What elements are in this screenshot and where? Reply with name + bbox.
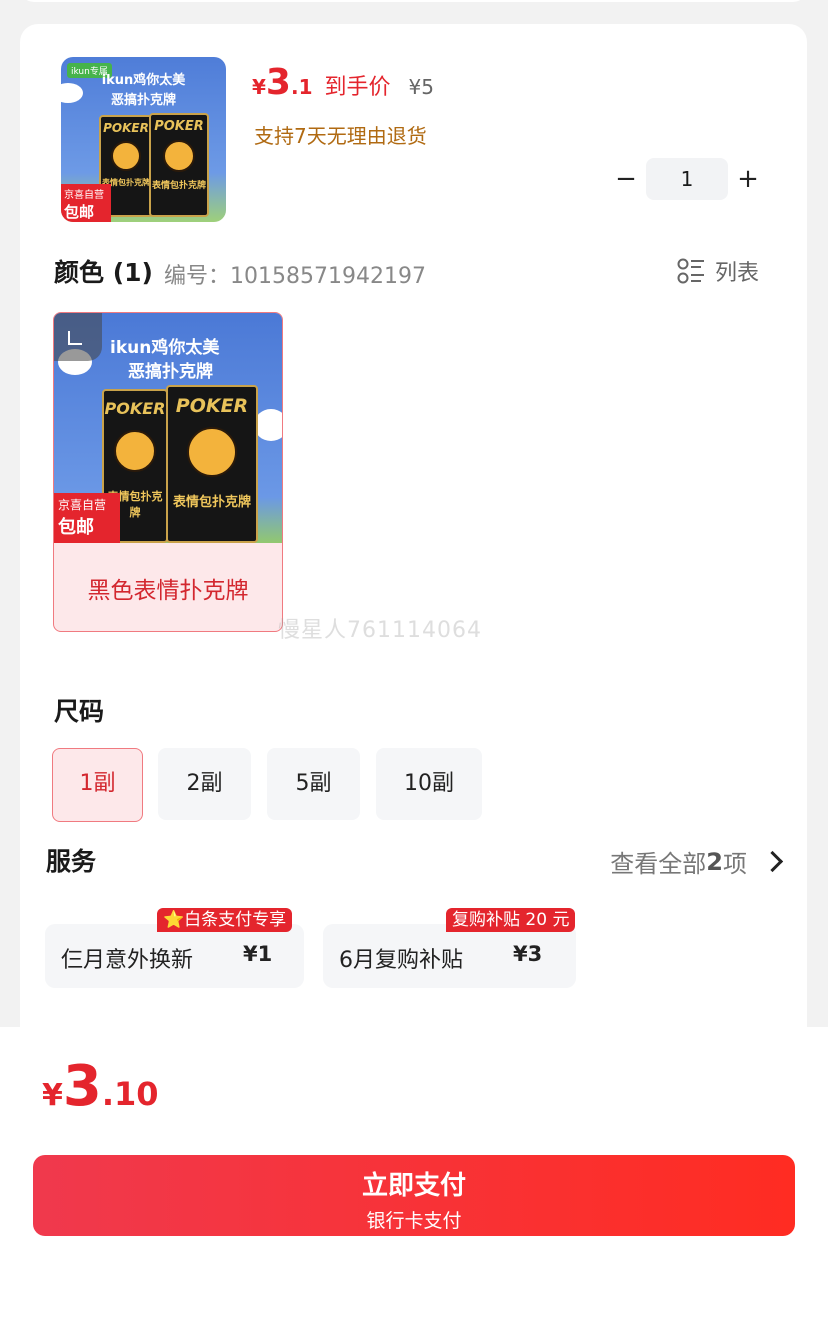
quantity-value[interactable]: 1 bbox=[646, 158, 728, 200]
size-option-2[interactable]: 2副 bbox=[158, 748, 251, 820]
cloud-decoration bbox=[254, 409, 282, 441]
color-option-image: ikun鸡你太美 恶搞扑克牌 POKER 表情包扑克牌 POKER 表情包扑克牌… bbox=[54, 313, 282, 543]
list-view-toggle[interactable]: 列表 bbox=[677, 255, 759, 287]
deck-face bbox=[111, 141, 141, 171]
deck-title: POKER bbox=[175, 395, 249, 417]
service-tag: 复购补贴 20 元 bbox=[446, 908, 576, 932]
service-card-replacement[interactable]: 仨月意外换新 ¥1 ⭐白条支付专享 bbox=[45, 908, 304, 988]
product-code: 编号：10158571942197 bbox=[164, 264, 426, 289]
option-title-2: 恶搞扑克牌 bbox=[128, 362, 213, 382]
deck-face bbox=[114, 430, 156, 472]
pay-now-button[interactable]: 立即支付 银行卡支付 bbox=[33, 1155, 795, 1236]
service-price: ¥3 bbox=[513, 942, 543, 966]
price-decimal: .1 bbox=[290, 75, 313, 99]
final-price-tag: 到手价 bbox=[324, 75, 391, 100]
view-all-count: 2 bbox=[706, 847, 723, 876]
badge-line-2: 包邮 bbox=[58, 517, 94, 538]
total-integer: 3 bbox=[62, 1054, 102, 1119]
price-integer: 3 bbox=[265, 62, 291, 103]
list-view-icon bbox=[677, 258, 705, 284]
color-option-card[interactable]: ikun鸡你太美 恶搞扑克牌 POKER 表情包扑克牌 POKER 表情包扑克牌… bbox=[53, 312, 283, 632]
view-all-services-link[interactable]: 查看全部 2 项 bbox=[610, 844, 784, 879]
badge-line-2: 包邮 bbox=[64, 203, 95, 221]
deck-image-right: POKER 表情包扑克牌 bbox=[166, 385, 258, 543]
deck-label: 表情包扑克牌 bbox=[172, 495, 251, 510]
deck-face bbox=[187, 427, 237, 477]
size-option-3[interactable]: 5副 bbox=[267, 748, 360, 820]
view-all-prefix: 查看全部 bbox=[610, 850, 707, 878]
thumb-title-2: 恶搞扑克牌 bbox=[110, 93, 176, 108]
jx-free-shipping-badge: 京喜自营 包邮 bbox=[61, 184, 111, 222]
return-policy: 支持7天无理由退货 bbox=[254, 124, 427, 148]
expand-icon bbox=[68, 331, 82, 345]
badge-line-1: 京喜自营 bbox=[58, 498, 107, 512]
watermark: 慢星人761114064 bbox=[278, 618, 482, 643]
thumb-title-1: ikun鸡你太美 bbox=[101, 73, 186, 88]
service-card-subsidy[interactable]: 6月复购补贴 ¥3 复购补贴 20 元 bbox=[323, 908, 576, 988]
list-view-label: 列表 bbox=[715, 261, 760, 286]
total-price: ¥ 3 .10 bbox=[42, 1054, 159, 1119]
price-line: ¥ 3 .1 到手价 ¥5 bbox=[252, 62, 434, 103]
deck-title: POKER bbox=[103, 121, 149, 135]
deck-image-right: POKER 表情包扑克牌 bbox=[149, 113, 209, 217]
previous-card-edge bbox=[20, 0, 807, 2]
size-section-title: 尺码 bbox=[54, 697, 105, 726]
service-price: ¥1 bbox=[243, 942, 273, 966]
price-currency: ¥ bbox=[252, 75, 266, 99]
view-all-suffix: 项 bbox=[723, 850, 747, 878]
deck-face bbox=[163, 140, 195, 172]
deck-label: 表情包扑克牌 bbox=[151, 181, 206, 191]
increase-button[interactable]: + bbox=[728, 164, 768, 194]
service-section-title: 服务 bbox=[46, 847, 97, 876]
option-title-1: ikun鸡你太美 bbox=[110, 338, 220, 358]
quantity-stepper: − 1 + bbox=[606, 158, 768, 200]
decrease-button[interactable]: − bbox=[606, 164, 646, 194]
product-thumbnail: ikun专属 ikun鸡你太美 恶搞扑克牌 POKER 表情包扑克牌 POKER… bbox=[61, 57, 226, 222]
deck-title: POKER bbox=[154, 119, 204, 134]
deck-title: POKER bbox=[104, 399, 166, 418]
expand-image-button[interactable] bbox=[54, 313, 102, 361]
chevron-right-icon bbox=[761, 850, 784, 873]
original-price: ¥5 bbox=[408, 75, 434, 99]
total-decimal: .10 bbox=[101, 1075, 159, 1113]
total-currency: ¥ bbox=[42, 1078, 63, 1113]
size-option-4[interactable]: 10副 bbox=[376, 748, 482, 820]
service-tag: ⭐白条支付专享 bbox=[157, 908, 293, 932]
pay-method-label: 银行卡支付 bbox=[366, 1210, 462, 1232]
jx-free-shipping-badge: 京喜自营 包邮 bbox=[54, 493, 120, 543]
service-name: 6月复购补贴 bbox=[339, 948, 463, 973]
pay-now-label: 立即支付 bbox=[361, 1171, 466, 1201]
size-option-1[interactable]: 1副 bbox=[52, 748, 143, 822]
color-option-label: 黑色表情扑克牌 bbox=[87, 578, 249, 604]
service-name: 仨月意外换新 bbox=[61, 948, 194, 973]
badge-line-1: 京喜自营 bbox=[64, 190, 104, 201]
color-section-title: 颜色 (1) bbox=[54, 258, 153, 287]
